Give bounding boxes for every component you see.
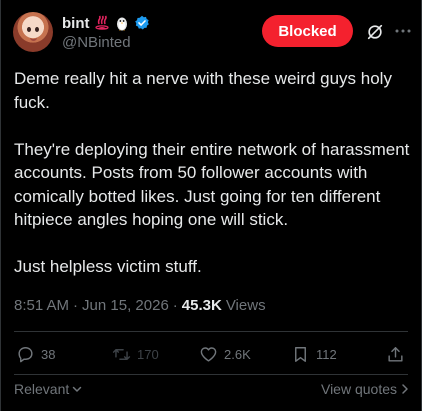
more-icon[interactable] [394,24,412,38]
sort-replies-dropdown[interactable]: Relevant [14,381,83,397]
like-count: 2.6K [224,347,251,362]
repost-count: 170 [137,347,159,362]
reply-button[interactable]: 38 [16,345,55,364]
sort-label: Relevant [14,381,70,397]
chevron-down-icon [73,386,82,392]
chevron-right-icon [402,384,408,394]
verified-badge-icon[interactable] [134,15,150,31]
author-names: bint @NBinted [62,13,150,51]
tweet-meta: 8:51 AM · Jun 15, 2026 · 45.3K Views [14,297,266,314]
repost-button[interactable]: 170 [112,345,159,364]
like-button[interactable]: 2.6K [199,345,251,364]
bookmark-button[interactable]: 112 [291,345,337,364]
bookmark-icon [295,347,306,362]
avatar[interactable] [13,12,53,52]
post-date[interactable]: Jun 15, 2026 [82,297,169,314]
views-label: Views [225,297,266,314]
meta-separator: · [73,297,79,314]
grok-icon[interactable] [366,23,384,41]
blocked-button[interactable]: Blocked [262,15,353,47]
post-time[interactable]: 8:51 AM [14,297,69,314]
bookmark-count: 112 [316,347,337,362]
action-bar: 38 170 2.6K 112 [14,345,410,369]
divider [14,331,408,332]
display-name[interactable]: bint [62,15,90,32]
reply-icon [18,347,33,363]
handle[interactable]: @NBinted [62,34,150,51]
tweet-card: bint @NBinted Blocked Deme really hit a … [0,0,422,411]
views-count: 45.3K [181,297,222,314]
view-quotes-link[interactable]: View quotes [321,381,410,397]
tweet-text: Deme really hit a nerve with these weird… [14,69,410,276]
penguin-emoji-icon [116,17,127,31]
share-button[interactable] [386,345,405,364]
divider [14,374,408,375]
replies-footer: Relevant View quotes [14,381,410,399]
hot-springs-emoji-icon [94,15,109,30]
reply-count: 38 [41,347,56,362]
tweet-header: bint @NBinted Blocked [13,12,412,56]
share-icon [388,347,403,362]
view-quotes-label: View quotes [320,381,397,397]
heart-icon [200,347,217,362]
meta-separator: · [172,297,178,314]
repost-icon [112,349,131,360]
